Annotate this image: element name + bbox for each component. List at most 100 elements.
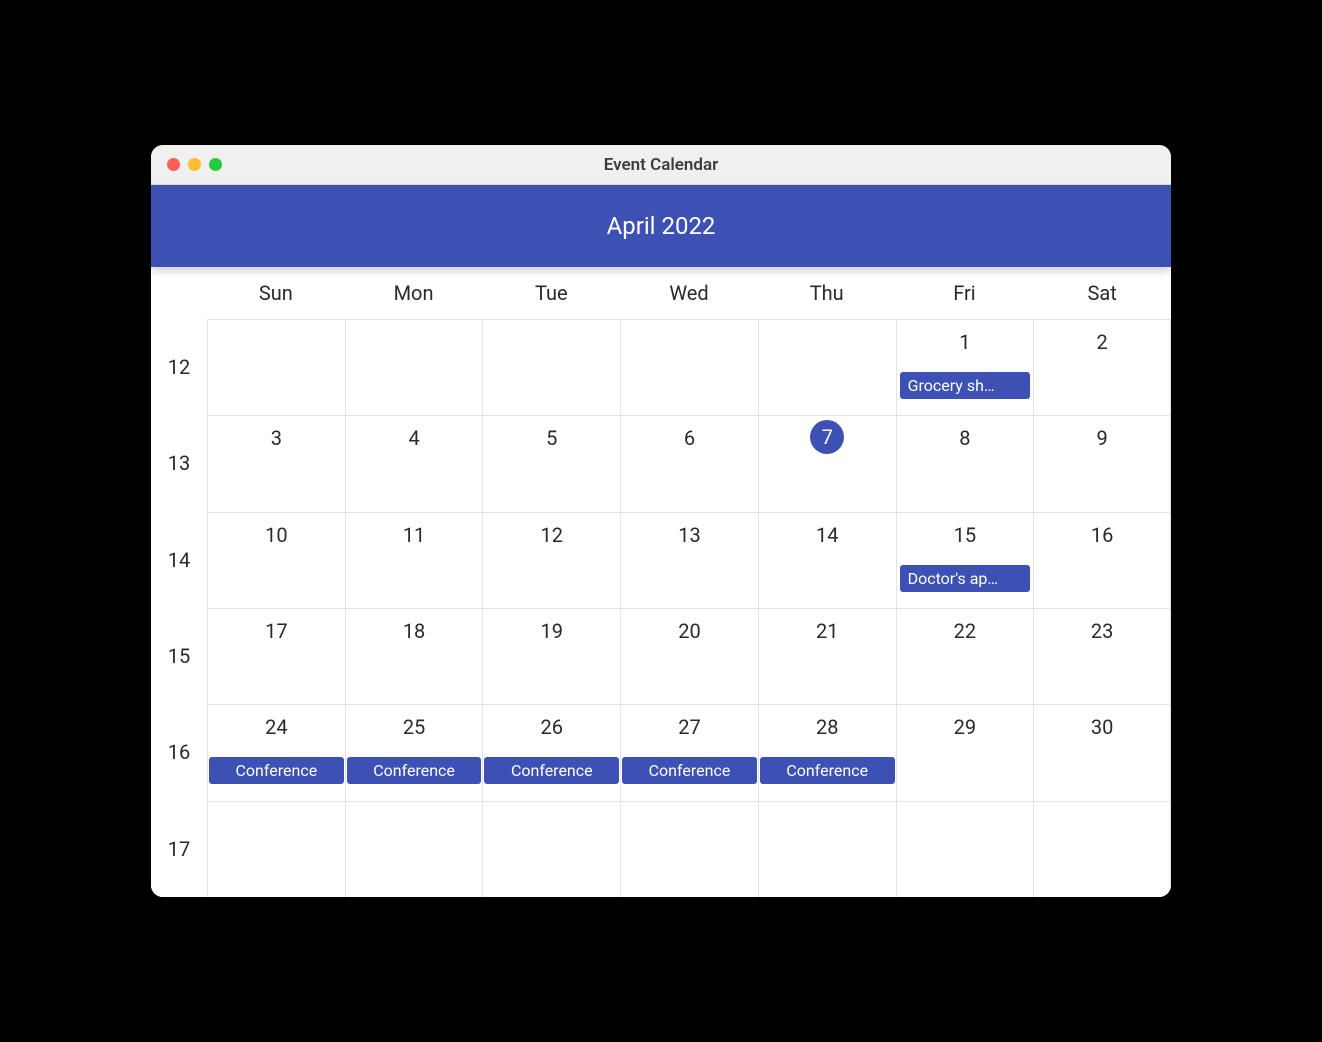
close-icon[interactable] xyxy=(167,158,180,171)
week-number: 16 xyxy=(151,704,207,800)
day-cell[interactable]: 11 xyxy=(345,512,483,608)
titlebar[interactable]: Event Calendar xyxy=(151,145,1171,185)
weeks-grid: 121Grocery sh…213345678914101112131415Do… xyxy=(151,319,1171,897)
day-cell[interactable]: 1 Grocery sh… xyxy=(896,319,1034,415)
day-cell[interactable]: 7 xyxy=(758,415,896,511)
day-number: 13 xyxy=(678,519,700,551)
week-row: 12 1 Grocery sh… 2 xyxy=(151,319,1171,415)
day-cell[interactable]: 18 xyxy=(345,608,483,704)
day-cell[interactable] xyxy=(345,801,483,897)
app-window: Event Calendar April 2022 Sun Mon Tue We… xyxy=(151,145,1171,897)
window-title: Event Calendar xyxy=(151,155,1171,175)
calendar: Sun Mon Tue Wed Thu Fri Sat 121Grocery s… xyxy=(151,267,1171,897)
event-pill[interactable]: Conference xyxy=(209,757,344,784)
day-cell[interactable] xyxy=(620,319,758,415)
day-number: 24 xyxy=(265,711,287,743)
day-number: 4 xyxy=(408,422,419,454)
day-cell[interactable]: 21 xyxy=(758,608,896,704)
traffic-lights xyxy=(151,158,222,171)
day-number: 21 xyxy=(816,615,838,647)
day-number: 15 xyxy=(954,519,976,551)
day-cell[interactable] xyxy=(207,801,345,897)
day-number: 1 xyxy=(959,326,970,358)
day-cell[interactable] xyxy=(482,801,620,897)
day-number: 2 xyxy=(1097,326,1108,358)
day-cell[interactable] xyxy=(482,319,620,415)
day-cell[interactable]: 12 xyxy=(482,512,620,608)
day-cell[interactable] xyxy=(1033,801,1171,897)
day-cell[interactable]: 28Conference xyxy=(758,704,896,800)
day-number: 18 xyxy=(403,615,425,647)
day-cell[interactable]: 30 xyxy=(1033,704,1171,800)
day-number: 3 xyxy=(271,422,282,454)
zoom-icon[interactable] xyxy=(209,158,222,171)
day-number: 27 xyxy=(678,711,700,743)
day-number: 8 xyxy=(959,422,970,454)
day-cell[interactable]: 2 xyxy=(1033,319,1171,415)
day-number: 9 xyxy=(1097,422,1108,454)
day-number: 22 xyxy=(954,615,976,647)
day-cell[interactable]: 8 xyxy=(896,415,1034,511)
minimize-icon[interactable] xyxy=(188,158,201,171)
day-cell[interactable]: 3 xyxy=(207,415,345,511)
day-cell[interactable]: 23 xyxy=(1033,608,1171,704)
day-number: 10 xyxy=(265,519,287,551)
week-number: 13 xyxy=(151,415,207,511)
day-cell[interactable] xyxy=(758,801,896,897)
week-row: 1517 18 19 20 21 22 23 xyxy=(151,608,1171,704)
week-number: 17 xyxy=(151,801,207,897)
event-pill[interactable]: Conference xyxy=(760,757,895,784)
month-header: April 2022 xyxy=(151,185,1171,267)
day-number: 26 xyxy=(541,711,563,743)
week-row: 14101112131415Doctor's ap…16 xyxy=(151,512,1171,608)
event-pill[interactable]: Conference xyxy=(347,757,482,784)
day-number: 30 xyxy=(1091,711,1113,743)
weekday-tue: Tue xyxy=(482,281,620,305)
day-cell[interactable] xyxy=(345,319,483,415)
day-cell[interactable]: 9 xyxy=(1033,415,1171,511)
day-cell[interactable]: 5 xyxy=(482,415,620,511)
day-cell[interactable] xyxy=(620,801,758,897)
weekday-header-row: Sun Mon Tue Wed Thu Fri Sat xyxy=(151,267,1171,319)
day-cell[interactable]: 22 xyxy=(896,608,1034,704)
day-number: 6 xyxy=(684,422,695,454)
day-cell[interactable]: 20 xyxy=(620,608,758,704)
day-cell[interactable]: 14 xyxy=(758,512,896,608)
day-number: 20 xyxy=(678,615,700,647)
day-cell[interactable]: 17 xyxy=(207,608,345,704)
day-number: 19 xyxy=(541,615,563,647)
week-number: 12 xyxy=(151,319,207,415)
month-title: April 2022 xyxy=(607,212,716,240)
weekday-thu: Thu xyxy=(758,281,896,305)
week-row: 1624Conference25Conference26Conference27… xyxy=(151,704,1171,800)
day-number: 12 xyxy=(541,519,563,551)
day-cell[interactable] xyxy=(758,319,896,415)
day-cell[interactable]: 27 Conference xyxy=(620,704,758,800)
day-number: 23 xyxy=(1091,615,1113,647)
day-cell[interactable]: 29 xyxy=(896,704,1034,800)
day-cell[interactable]: 6 xyxy=(620,415,758,511)
day-number: 11 xyxy=(403,519,425,551)
week-number: 15 xyxy=(151,608,207,704)
day-cell[interactable]: 24 Conference xyxy=(207,704,345,800)
day-cell[interactable]: 15 Doctor's ap… xyxy=(896,512,1034,608)
day-cell[interactable]: 19 xyxy=(482,608,620,704)
day-cell[interactable]: 10 xyxy=(207,512,345,608)
day-cell[interactable] xyxy=(207,319,345,415)
day-cell[interactable]: 25 Conference xyxy=(345,704,483,800)
day-cell[interactable]: 4 xyxy=(345,415,483,511)
weekday-sun: Sun xyxy=(207,281,345,305)
event-pill[interactable]: Conference xyxy=(622,757,757,784)
day-cell[interactable]: 13 xyxy=(620,512,758,608)
day-cell[interactable] xyxy=(896,801,1034,897)
day-number: 14 xyxy=(816,519,838,551)
week-row: 17 xyxy=(151,801,1171,897)
weekday-mon: Mon xyxy=(345,281,483,305)
day-cell[interactable]: 16 xyxy=(1033,512,1171,608)
day-cell[interactable]: 26 Conference xyxy=(482,704,620,800)
event-pill[interactable]: Doctor's ap… xyxy=(900,565,1031,592)
day-number: 25 xyxy=(403,711,425,743)
event-pill[interactable]: Grocery sh… xyxy=(900,372,1031,399)
day-number: 29 xyxy=(954,711,976,743)
event-pill[interactable]: Conference xyxy=(484,757,619,784)
